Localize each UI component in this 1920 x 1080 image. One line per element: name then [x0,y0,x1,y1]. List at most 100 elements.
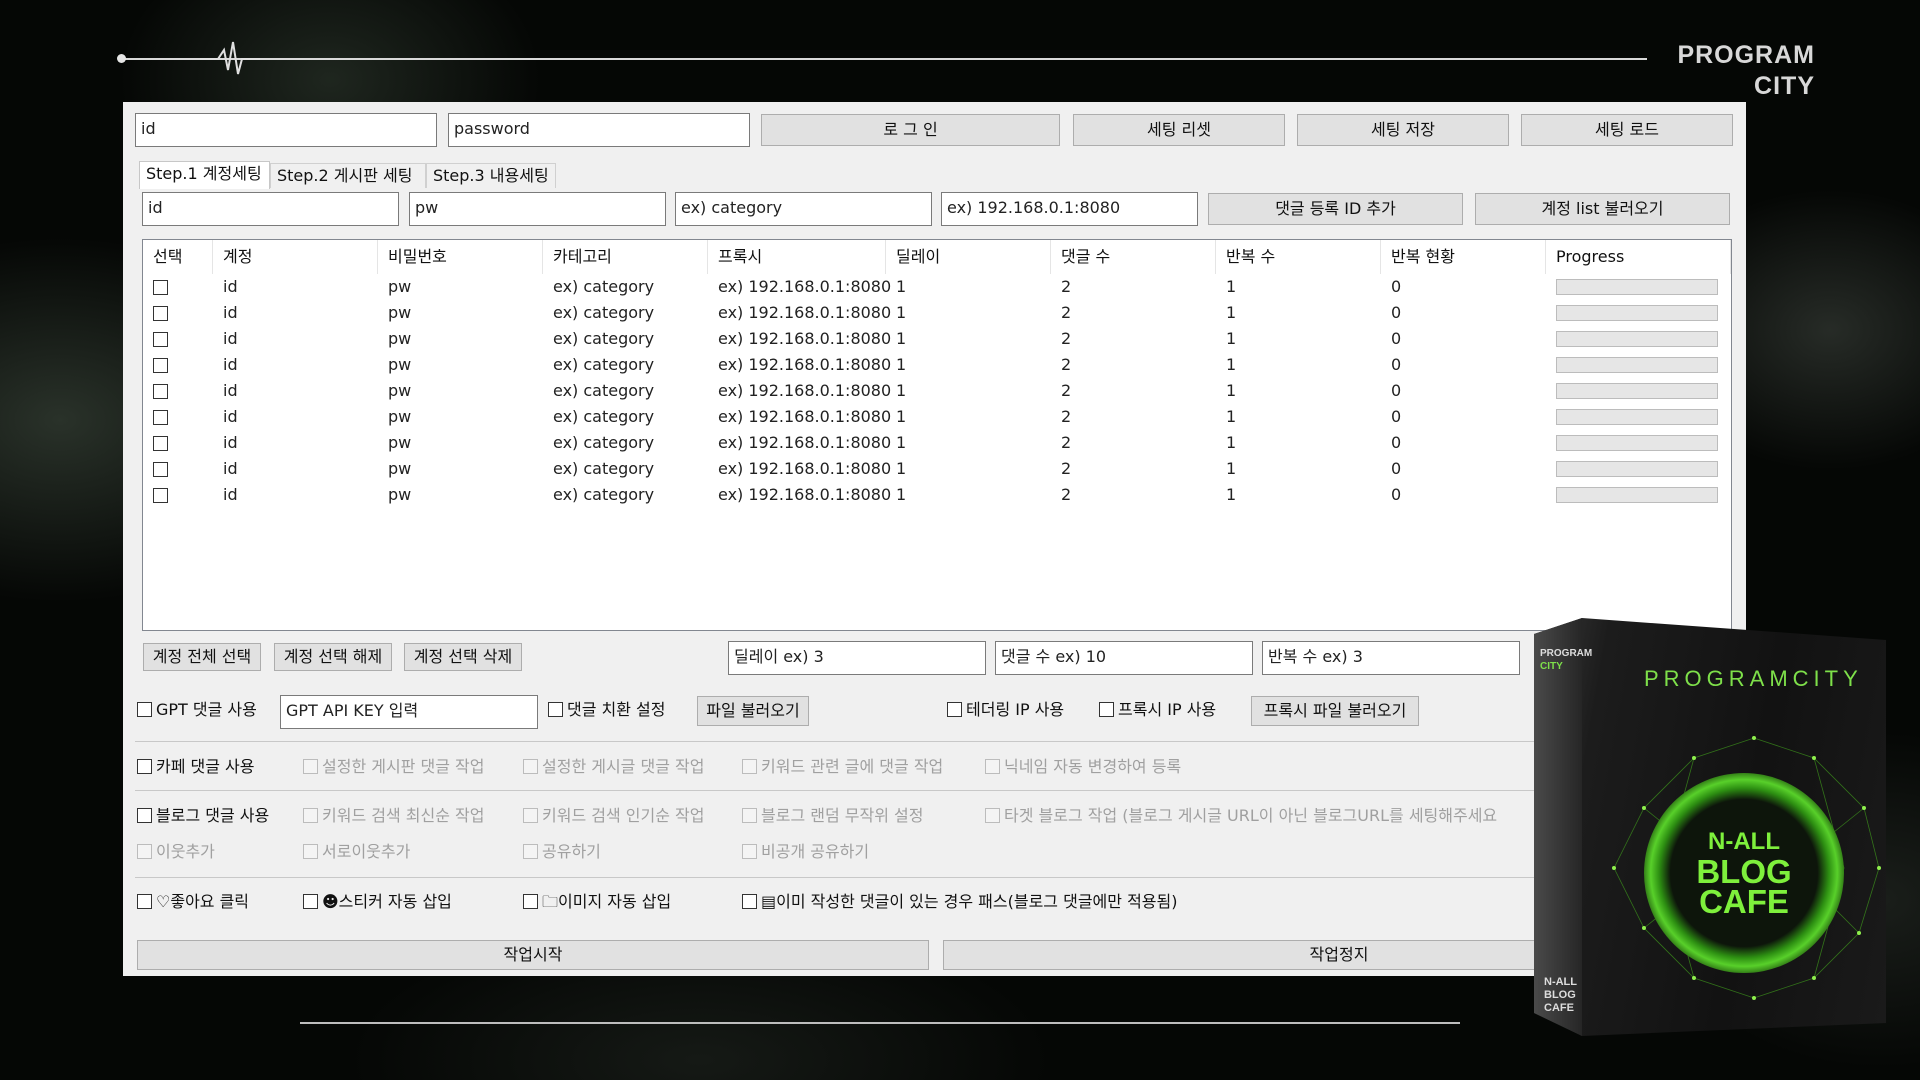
row-progress-bar [1556,331,1718,347]
cafe-nickname-checkbox[interactable] [985,759,1000,774]
cell-repeat: 1 [1226,381,1237,400]
load-account-list-button[interactable]: 계정 list 불러오기 [1475,193,1730,225]
start-button[interactable]: 작업시작 [137,940,929,970]
col-header-repeat-count: 반복 수 [1216,240,1381,274]
cafe-keyword-checkbox[interactable] [742,759,757,774]
account-table: 선택 계정 비밀번호 카테고리 프록시 딜레이 댓글 수 반복 수 반복 현황 … [142,239,1732,631]
cell-delay: 1 [896,381,907,400]
login-id-field[interactable]: id [135,113,437,147]
col-header-account: 계정 [213,240,378,274]
table-row[interactable]: id pw ex) category ex) 192.168.0.1:8080 1 2 1 0 [143,300,1731,326]
cell-delay: 1 [896,303,907,322]
account-proxy-field[interactable]: ex) 192.168.0.1:8080 [941,192,1198,226]
blog-target-checkbox[interactable] [985,808,1000,823]
row-select-checkbox[interactable] [153,280,168,295]
cell-account: id [223,459,238,478]
cafe-comment-checkbox[interactable] [137,759,152,774]
neighbor-add-checkbox[interactable] [137,844,152,859]
select-all-accounts-button[interactable]: 계정 전체 선택 [143,643,261,671]
row-select-checkbox[interactable] [153,488,168,503]
row-select-checkbox[interactable] [153,436,168,451]
blog-comment-checkbox[interactable] [137,808,152,823]
login-password-field[interactable]: password [448,113,750,147]
cell-comments: 2 [1061,381,1072,400]
cell-category: ex) category [553,485,655,504]
top-divider-line [120,58,1647,60]
settings-save-button[interactable]: 세팅 저장 [1297,114,1509,146]
table-row[interactable]: id pw ex) category ex) 192.168.0.1:8080 1 2 1 0 [143,274,1731,300]
cell-pw: pw [388,407,412,426]
blog-latest-label: 키워드 검색 최신순 작업 [322,806,485,825]
row-select-checkbox[interactable] [153,306,168,321]
cafe-comment-label: 카페 댓글 사용 [156,757,255,776]
col-header-category: 카테고리 [543,240,708,274]
table-row[interactable]: id pw ex) category ex) 192.168.0.1:8080 1 2 1 0 [143,404,1731,430]
delay-input[interactable]: 딜레이 ex) 3 [728,641,986,675]
load-file-button[interactable]: 파일 불러오기 [697,696,809,726]
login-button[interactable]: 로 그 인 [761,114,1060,146]
row-select-checkbox[interactable] [153,358,168,373]
gpt-api-key-input[interactable]: GPT API KEY 입력 [280,695,538,729]
row-select-checkbox[interactable] [153,332,168,347]
cell-delay: 1 [896,485,907,504]
sticker-insert-label: ☻스티커 자동 삽입 [322,892,452,911]
cell-repeat: 1 [1226,303,1237,322]
product-box-spine [1534,618,1582,1036]
deselect-accounts-button[interactable]: 계정 선택 해제 [274,643,392,671]
cell-delay: 1 [896,459,907,478]
sticker-insert-checkbox[interactable] [303,894,318,909]
table-row[interactable]: id pw ex) category ex) 192.168.0.1:8080 1 2 1 0 [143,456,1731,482]
cell-category: ex) category [553,329,655,348]
cafe-board-checkbox[interactable] [303,759,318,774]
cell-status: 0 [1391,485,1402,504]
comment-replace-checkbox[interactable] [548,702,563,717]
row-select-checkbox[interactable] [153,384,168,399]
account-id-field[interactable]: id [142,192,399,226]
comment-count-input[interactable]: 댓글 수 ex) 10 [995,641,1253,675]
repeat-count-input[interactable]: 반복 수 ex) 3 [1262,641,1520,675]
table-row[interactable]: id pw ex) category ex) 192.168.0.1:8080 1 2 1 0 [143,378,1731,404]
blog-target-label: 타겟 블로그 작업 (블로그 게시글 URL이 아닌 블로그URL를 세팅해주세… [1004,806,1498,825]
table-row[interactable]: id pw ex) category ex) 192.168.0.1:8080 1 2 1 0 [143,482,1731,508]
cell-repeat: 1 [1226,329,1237,348]
table-row[interactable]: id pw ex) category ex) 192.168.0.1:8080 1 2 1 0 [143,326,1731,352]
row-progress-bar [1556,435,1718,451]
image-insert-checkbox[interactable] [523,894,538,909]
cell-repeat: 1 [1226,355,1237,374]
mutual-neighbor-checkbox[interactable] [303,844,318,859]
add-comment-id-button[interactable]: 댓글 등록 ID 추가 [1208,193,1463,225]
row-select-checkbox[interactable] [153,462,168,477]
gpt-comment-checkbox[interactable] [137,702,152,717]
cell-pw: pw [388,459,412,478]
tab-step1[interactable]: Step.1 계정세팅 [139,161,270,189]
load-proxy-file-button[interactable]: 프록시 파일 불러오기 [1251,696,1419,726]
cell-account: id [223,329,238,348]
skip-existing-checkbox[interactable] [742,894,757,909]
table-row[interactable]: id pw ex) category ex) 192.168.0.1:8080 1 2 1 0 [143,430,1731,456]
share-checkbox[interactable] [523,844,538,859]
tab-step2[interactable]: Step.2 게시판 세팅 [270,163,426,188]
like-click-checkbox[interactable] [137,894,152,909]
cell-comments: 2 [1061,355,1072,374]
account-category-field[interactable]: ex) category [675,192,932,226]
cell-proxy: ex) 192.168.0.1:8080 [718,407,892,426]
table-row[interactable]: id pw ex) category ex) 192.168.0.1:8080 1 2 1 0 [143,352,1731,378]
cell-account: id [223,355,238,374]
blog-latest-checkbox[interactable] [303,808,318,823]
proxy-ip-checkbox[interactable] [1099,702,1114,717]
private-share-checkbox[interactable] [742,844,757,859]
blog-random-checkbox[interactable] [742,808,757,823]
cell-proxy: ex) 192.168.0.1:8080 [718,277,892,296]
cell-account: id [223,433,238,452]
row-select-checkbox[interactable] [153,410,168,425]
account-pw-field[interactable]: pw [409,192,666,226]
delete-selected-accounts-button[interactable]: 계정 선택 삭제 [404,643,522,671]
settings-load-button[interactable]: 세팅 로드 [1521,114,1733,146]
app-window: id password 로 그 인 세팅 리셋 세팅 저장 세팅 로드 Step… [123,102,1746,976]
tab-step3[interactable]: Step.3 내용세팅 [426,163,556,188]
tethering-ip-checkbox[interactable] [947,702,962,717]
cell-pw: pw [388,355,412,374]
blog-popular-checkbox[interactable] [523,808,538,823]
cafe-post-checkbox[interactable] [523,759,538,774]
settings-reset-button[interactable]: 세팅 리셋 [1073,114,1285,146]
